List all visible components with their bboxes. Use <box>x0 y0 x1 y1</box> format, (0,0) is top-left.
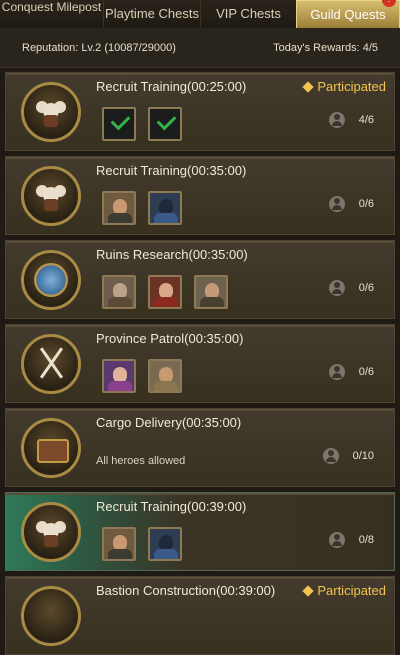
hero-slots <box>102 527 182 561</box>
bastion-emblem-icon <box>21 586 81 646</box>
participated-label: Participated <box>302 583 386 598</box>
quest-title: Recruit Training(00:25:00) <box>96 79 247 94</box>
quest-card[interactable]: Province Patrol(00:35:00) 0/6 <box>5 324 395 403</box>
hero-slots <box>102 275 228 309</box>
person-icon <box>328 280 345 296</box>
todays-rewards-text: Today's Rewards: 4/5 <box>273 41 378 54</box>
quest-card[interactable]: Bastion Construction(00:39:00) Participa… <box>5 576 395 655</box>
swords-emblem-icon <box>21 334 81 394</box>
participant-count: 0/6 <box>328 364 374 380</box>
quest-title: Bastion Construction(00:39:00) <box>96 583 276 598</box>
quest-title: Recruit Training(00:39:00) <box>96 499 247 514</box>
tab-vip-chests[interactable]: VIP Chests <box>200 0 296 28</box>
participant-count: 0/6 <box>328 196 374 212</box>
quest-title: Cargo Delivery(00:35:00) <box>96 415 242 430</box>
hero-portrait[interactable] <box>148 275 182 309</box>
hero-portrait[interactable] <box>102 275 136 309</box>
participant-count: 4/6 <box>328 112 374 128</box>
quest-card[interactable]: Recruit Training(00:25:00) Participated … <box>5 72 395 151</box>
hero-portrait[interactable] <box>102 191 136 225</box>
person-icon <box>328 196 345 212</box>
recruit-emblem-icon <box>21 82 81 142</box>
diamond-icon <box>302 80 315 93</box>
quest-card[interactable]: Cargo Delivery(00:35:00) All heroes allo… <box>5 408 395 487</box>
quest-title: Ruins Research(00:35:00) <box>96 247 248 262</box>
tab-conquest-milepost[interactable]: Conquest Milepost <box>0 0 103 28</box>
reputation-text: Reputation: Lv.2 (10087/29000) <box>22 41 176 54</box>
tab-guild-quests[interactable]: Guild Quests ! <box>296 0 400 28</box>
gear-emblem-icon <box>21 250 81 310</box>
checkmark-icon <box>156 110 177 131</box>
notification-badge: ! <box>382 0 396 7</box>
recruit-emblem-icon <box>21 502 81 562</box>
quest-card[interactable]: Recruit Training(00:35:00) 0/6 <box>5 156 395 235</box>
hero-slots <box>102 191 182 225</box>
quest-title: Recruit Training(00:35:00) <box>96 163 247 178</box>
participant-count: 0/6 <box>328 280 374 296</box>
hero-slot-checked[interactable] <box>148 107 182 141</box>
hero-portrait[interactable] <box>194 275 228 309</box>
hero-portrait[interactable] <box>148 527 182 561</box>
quest-card[interactable]: Ruins Research(00:35:00) 0/6 <box>5 240 395 319</box>
diamond-icon <box>302 584 315 597</box>
hero-portrait[interactable] <box>102 359 136 393</box>
quest-card-highlighted[interactable]: Recruit Training(00:39:00) 0/8 <box>5 492 395 571</box>
info-bar: Reputation: Lv.2 (10087/29000) Today's R… <box>0 28 400 68</box>
person-icon <box>328 364 345 380</box>
participated-label: Participated <box>302 79 386 94</box>
all-heroes-note: All heroes allowed <box>96 455 186 467</box>
person-icon <box>328 112 345 128</box>
recruit-emblem-icon <box>21 166 81 226</box>
hero-slots <box>102 107 182 141</box>
quest-title: Province Patrol(00:35:00) <box>96 331 244 346</box>
person-icon <box>328 532 345 548</box>
person-icon <box>322 448 339 464</box>
hero-portrait[interactable] <box>148 191 182 225</box>
hero-slot-checked[interactable] <box>102 107 136 141</box>
tab-bar: Conquest Milepost Playtime Chests VIP Ch… <box>0 0 400 29</box>
cargo-emblem-icon <box>21 418 81 478</box>
participant-count: 0/8 <box>328 532 374 548</box>
hero-portrait[interactable] <box>102 527 136 561</box>
participant-count: 0/10 <box>322 448 374 464</box>
tab-playtime-chests[interactable]: Playtime Chests <box>103 0 200 28</box>
hero-portrait[interactable] <box>148 359 182 393</box>
checkmark-icon <box>110 110 131 131</box>
hero-slots <box>102 359 182 393</box>
